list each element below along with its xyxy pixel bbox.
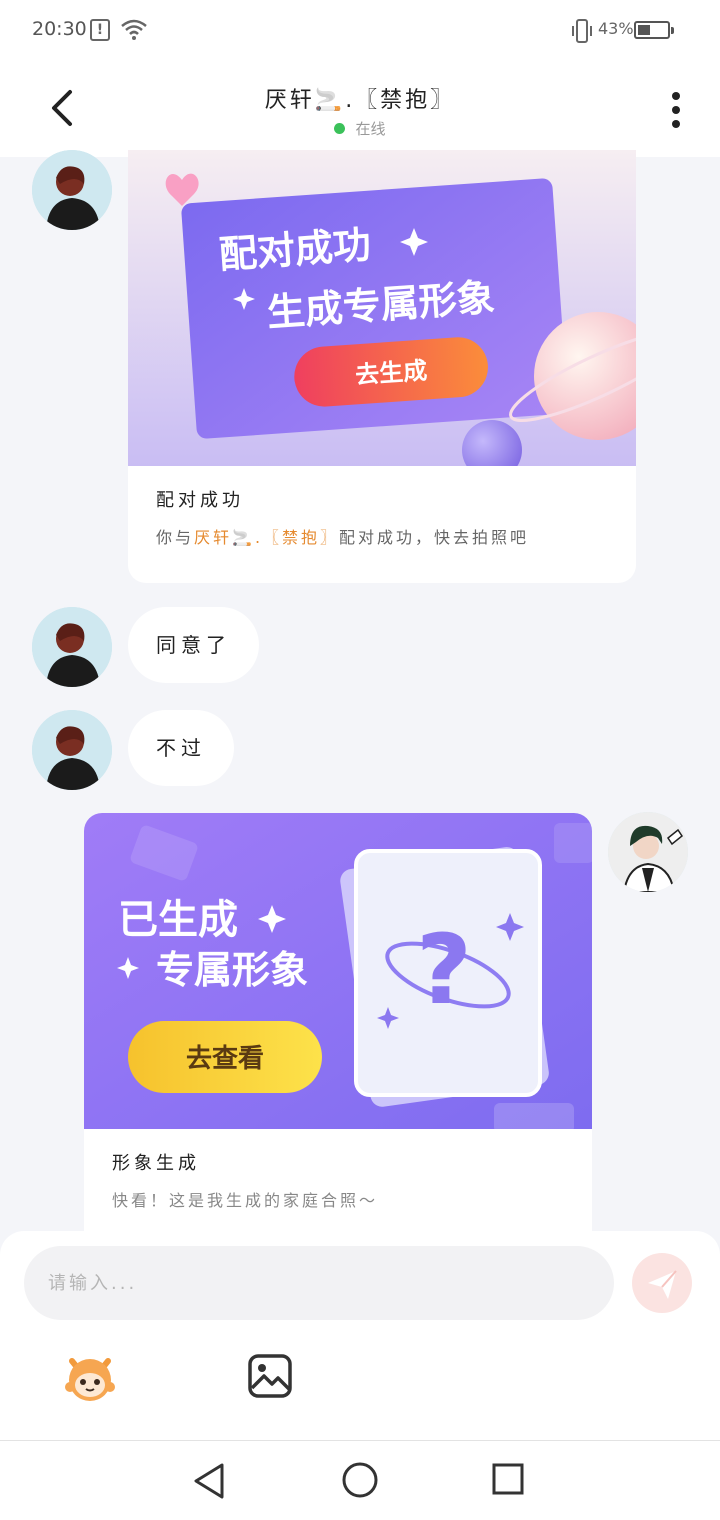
battery-icon — [634, 21, 674, 39]
more-dot-icon — [672, 106, 680, 114]
partner-avatar[interactable] — [32, 150, 112, 230]
partner-avatar[interactable] — [32, 607, 112, 687]
generated-card-title: 形象生成 — [112, 1153, 200, 1174]
system-nav-bar — [0, 1440, 720, 1520]
svg-text:?: ? — [416, 914, 472, 1026]
nav-home-button[interactable] — [340, 1460, 380, 1500]
generated-banner-image: 已生成 专属形象 去查看 ? — [84, 813, 592, 1129]
status-bar: 20:30 ! 43% — [0, 0, 720, 62]
battery-level-fill — [638, 25, 650, 35]
alert-icon: ! — [90, 19, 110, 41]
more-options-button[interactable] — [660, 88, 692, 132]
emoji-face-icon[interactable] — [60, 1351, 120, 1403]
pairing-banner-button: 去生成 — [354, 356, 428, 389]
pairing-banner-image: 配对成功 生成专属形象 去生成 — [128, 150, 636, 466]
chat-title: 厌轩🚬.〖禁抱〗 — [264, 88, 456, 113]
my-avatar[interactable] — [608, 812, 688, 892]
generated-banner-button: 去查看 — [186, 1044, 264, 1074]
message-bubble: 不过 — [128, 710, 234, 786]
image-icon[interactable] — [246, 1352, 294, 1400]
wifi-icon — [121, 19, 147, 40]
partner-avatar[interactable] — [32, 710, 112, 790]
pairing-card-desc: 你与厌轩🚬.〖禁抱〗配对成功，快去拍照吧 — [156, 524, 529, 548]
pairing-desc-prefix: 你与 — [156, 528, 195, 547]
nav-recent-apps-button[interactable] — [490, 1461, 526, 1497]
pairing-card-title: 配对成功 — [156, 490, 244, 511]
pairing-desc-suffix: 配对成功，快去拍照吧 — [339, 528, 530, 547]
more-dot-icon — [672, 120, 680, 128]
vibrate-icon — [572, 19, 592, 43]
generated-banner-subline: 专属形象 — [156, 948, 308, 992]
more-dot-icon — [672, 92, 680, 100]
generated-card-desc: 快看！这是我生成的家庭合照～ — [112, 1191, 379, 1210]
back-button[interactable] — [38, 82, 86, 134]
generated-banner-headline: 已生成 — [118, 897, 238, 943]
message-input[interactable] — [24, 1246, 614, 1320]
input-panel — [0, 1231, 720, 1441]
paper-plane-icon — [648, 1270, 677, 1299]
chat-header: 厌轩🚬.〖禁抱〗 在线 — [0, 62, 720, 157]
message-bubble: 同意了 — [128, 607, 259, 683]
generated-image-card[interactable]: 已生成 专属形象 去查看 ? 形象生成 快看！这是我生成的家庭合照～ — [84, 813, 592, 1231]
nav-back-button[interactable] — [192, 1461, 228, 1501]
online-dot-icon — [334, 123, 346, 134]
pairing-desc-name: 厌轩🚬.〖禁抱〗 — [194, 528, 340, 547]
online-status: 在线 — [0, 118, 720, 139]
pairing-success-card[interactable]: 配对成功 生成专属形象 去生成 配对成功 你与厌轩🚬.〖禁抱〗配对成功，快去拍照… — [128, 150, 636, 583]
online-status-text: 在线 — [355, 120, 386, 138]
send-button[interactable] — [632, 1253, 692, 1313]
status-time: 20:30 — [32, 18, 87, 40]
battery-percent: 43% — [598, 19, 634, 38]
